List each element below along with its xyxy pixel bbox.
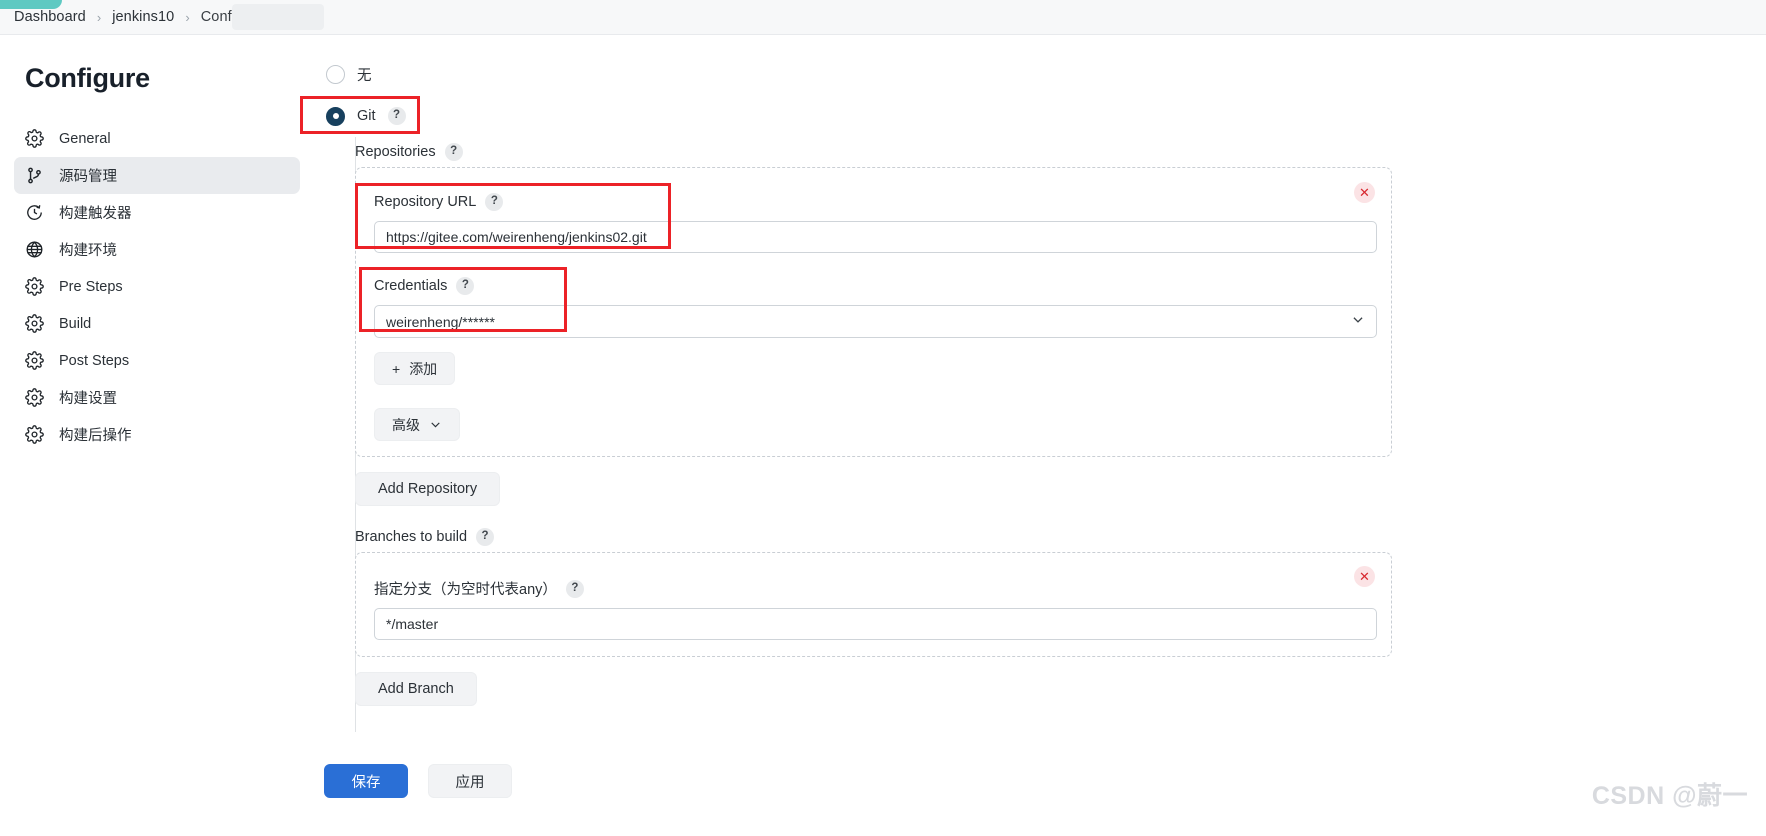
add-credentials-label: 添加 [409, 360, 438, 377]
search-box-ghost[interactable] [232, 4, 324, 30]
branch-specifier-label: 指定分支（为空时代表any） [374, 582, 557, 598]
sidebar-item-label: Post Steps [59, 352, 130, 369]
radio-git-icon[interactable] [326, 106, 345, 126]
watermark: CSDN @蔚一 [1591, 782, 1748, 810]
chevron-down-icon [429, 418, 442, 431]
branches-label-row: Branches to build ? [355, 528, 495, 546]
sidebar-item-label: 源码管理 [59, 169, 117, 185]
repository-url-label-row: Repository URL ? [374, 193, 504, 211]
branch-icon [25, 166, 44, 185]
breadcrumb-item-dashboard[interactable]: Dashboard [14, 9, 86, 25]
scm-option-none[interactable]: 无 [326, 59, 372, 89]
credentials-label-row: Credentials ? [374, 277, 475, 295]
sidebar-item-build-environment[interactable]: 构建环境 [14, 231, 300, 268]
top-breadcrumb-bar: Dashboard › jenkins10 › Configuration [0, 0, 1766, 35]
sidebar-item-post-build-actions[interactable]: 构建后操作 [14, 416, 300, 453]
help-icon-branch-specifier[interactable]: ? [565, 579, 584, 598]
help-icon-repositories[interactable]: ? [444, 143, 463, 161]
radio-dot [332, 113, 339, 119]
help-icon-branches[interactable]: ? [476, 528, 495, 546]
page-title: Configure [25, 63, 150, 93]
repositories-label: Repositories [355, 144, 436, 160]
apply-button[interactable]: 应用 [428, 764, 512, 798]
radio-none-icon[interactable] [326, 64, 345, 84]
sidebar-item-label: 构建后操作 [59, 428, 132, 444]
scm-config-panel: 无 Git ? Repositories ? ✕ Repository URL … [300, 35, 1766, 836]
branches-to-build-label: Branches to build [355, 529, 468, 545]
sidebar-item-label: General [59, 130, 111, 147]
help-icon-repository-url[interactable]: ? [485, 193, 504, 211]
sidebar-item-post-steps[interactable]: Post Steps [14, 342, 300, 379]
jenkins-configure-page: Dashboard › jenkins10 › Configuration Co… [0, 0, 1766, 836]
form-actions: 保存 应用 [324, 764, 512, 798]
gear-icon [25, 388, 44, 407]
advanced-label: 高级 [392, 416, 420, 433]
credentials-select[interactable] [374, 305, 1377, 338]
clock-icon [25, 203, 44, 222]
add-repository-button[interactable]: Add Repository [355, 472, 501, 506]
sidebar-item-pre-steps[interactable]: Pre Steps [14, 268, 300, 305]
sidebar-item-label: 构建设置 [59, 391, 117, 407]
configure-sidebar: Configure General 源码管理 构建触发器 构建环境 Pre St… [0, 35, 324, 836]
delete-branch-button[interactable]: ✕ [1354, 566, 1375, 587]
repositories-label-row: Repositories ? [355, 143, 463, 161]
credentials-label: Credentials [374, 278, 448, 294]
advanced-toggle-button[interactable]: 高级 [374, 408, 460, 441]
gear-icon [25, 129, 44, 148]
help-icon-git[interactable]: ? [387, 107, 406, 125]
globe-icon [25, 240, 44, 259]
sidebar-item-label: 构建环境 [59, 243, 117, 259]
gear-icon [25, 314, 44, 333]
sidebar-item-build-settings[interactable]: 构建设置 [14, 379, 300, 416]
repository-url-label: Repository URL [374, 194, 477, 210]
breadcrumb-item-job[interactable]: jenkins10 [112, 9, 174, 25]
repository-url-input[interactable] [374, 221, 1377, 253]
scm-option-git-label: Git [357, 108, 376, 124]
sidebar-item-source-code-management[interactable]: 源码管理 [14, 157, 300, 194]
sidebar-item-label: Build [59, 315, 92, 332]
jenkins-logo-accent [0, 0, 62, 9]
branch-specifier-label-row: 指定分支（为空时代表any） ? [374, 578, 584, 599]
delete-repository-button[interactable]: ✕ [1354, 182, 1375, 203]
sidebar-item-build-triggers[interactable]: 构建触发器 [14, 194, 300, 231]
gear-icon [25, 351, 44, 370]
scm-option-git[interactable]: Git ? [326, 101, 406, 131]
branch-card: ✕ 指定分支（为空时代表any） ? [355, 552, 1392, 657]
repository-card: ✕ Repository URL ? Credentials ? [355, 167, 1392, 457]
scm-option-none-label: 无 [357, 67, 372, 84]
branch-specifier-input[interactable] [374, 608, 1377, 640]
save-button[interactable]: 保存 [324, 764, 408, 798]
chevron-right-icon: › [96, 9, 102, 25]
sidebar-item-build[interactable]: Build [14, 305, 300, 342]
gear-icon [25, 277, 44, 296]
gear-icon [25, 425, 44, 444]
add-branch-button[interactable]: Add Branch [355, 672, 477, 706]
sidebar-item-general[interactable]: General [14, 120, 300, 157]
sidebar-item-label: Pre Steps [59, 278, 123, 295]
sidebar-item-label: 构建触发器 [59, 206, 132, 222]
chevron-right-icon: › [185, 9, 190, 25]
plus-icon: + [392, 360, 401, 377]
help-icon-credentials[interactable]: ? [456, 277, 475, 295]
sidebar-nav: General 源码管理 构建触发器 构建环境 Pre Steps Build … [0, 120, 324, 453]
add-credentials-button[interactable]: + 添加 [374, 352, 456, 385]
